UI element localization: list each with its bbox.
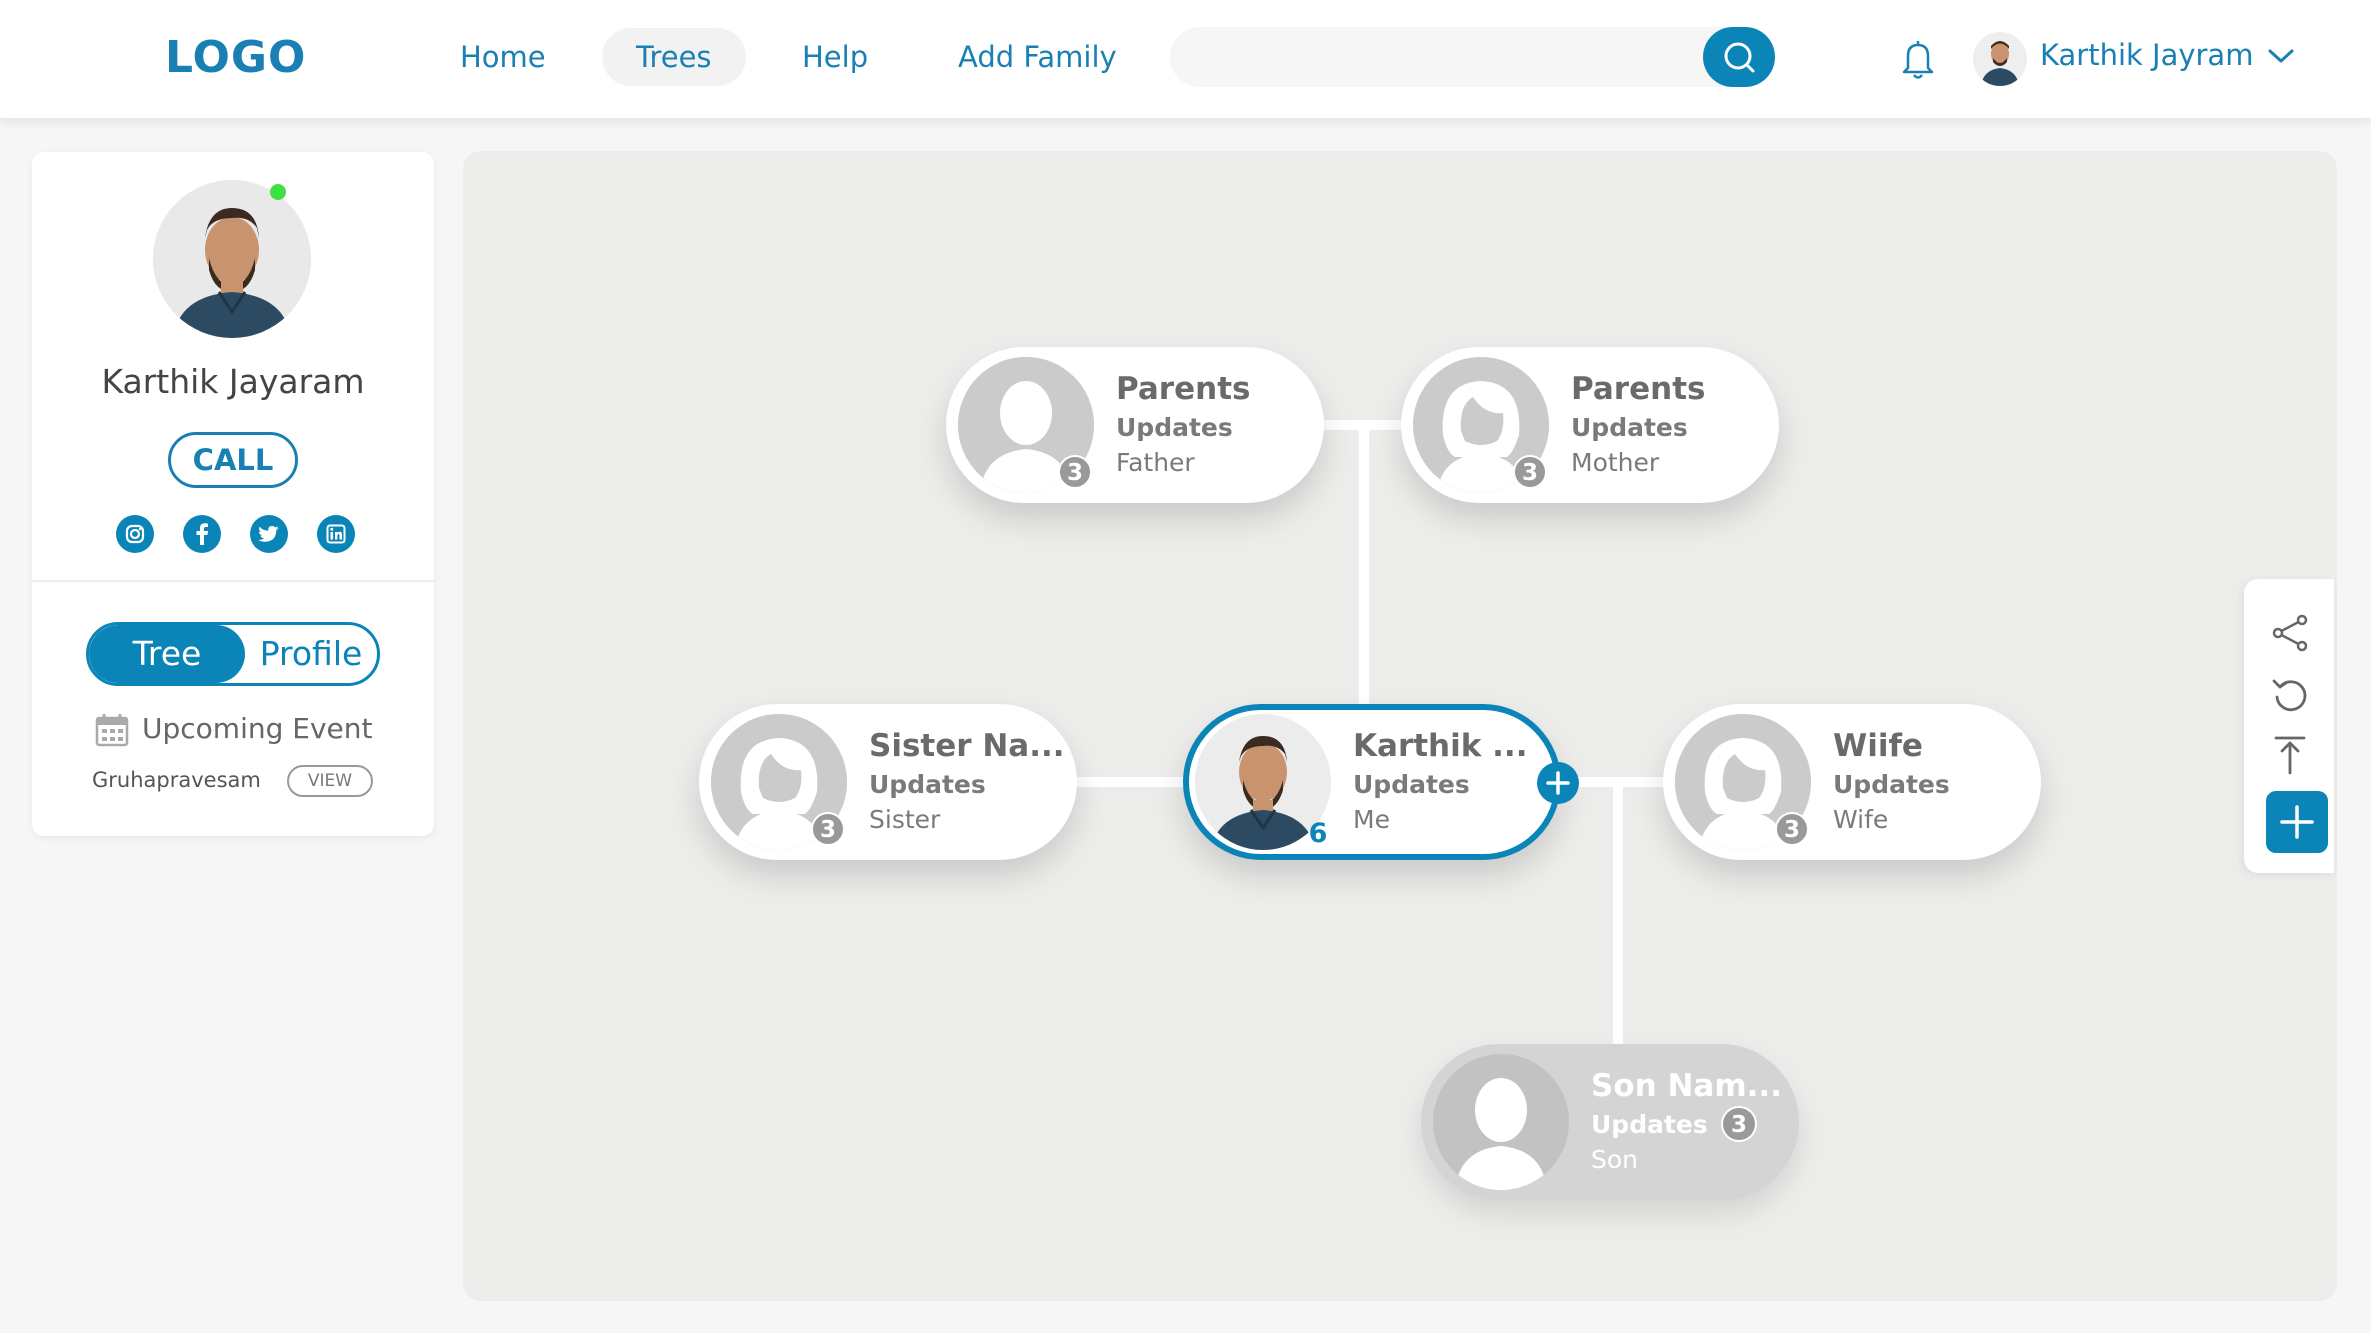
tree-node-sister[interactable]: 3 Sister Na... Updates Sister bbox=[699, 704, 1077, 860]
updates-count-badge: 3 bbox=[1721, 1106, 1757, 1142]
header-user-name[interactable]: Karthik Jayram bbox=[2040, 38, 2253, 72]
event-name: Gruhapravesam bbox=[92, 768, 261, 792]
male-avatar-icon bbox=[1433, 1054, 1569, 1190]
facebook-glyph bbox=[196, 523, 208, 545]
instagram-glyph bbox=[125, 524, 145, 544]
add-member-button[interactable] bbox=[1537, 762, 1579, 804]
node-title: Son Nam... bbox=[1591, 1068, 1782, 1104]
tree-toolbar bbox=[2244, 579, 2334, 873]
node-updates-label[interactable]: Updates bbox=[1571, 413, 1688, 442]
collapse-top-icon[interactable] bbox=[2270, 735, 2310, 775]
nav-help[interactable]: Help bbox=[768, 28, 902, 86]
chevron-down-icon[interactable] bbox=[2266, 46, 2296, 66]
plus-icon bbox=[1546, 771, 1570, 795]
twitter-icon[interactable] bbox=[250, 515, 288, 553]
instagram-icon[interactable] bbox=[116, 515, 154, 553]
call-button[interactable]: CALL bbox=[168, 432, 298, 488]
node-relation: Father bbox=[1116, 448, 1195, 477]
node-relation: Wife bbox=[1833, 805, 1889, 834]
node-title: Karthik ... bbox=[1353, 728, 1528, 764]
facebook-icon[interactable] bbox=[183, 515, 221, 553]
node-title: Parents bbox=[1571, 371, 1706, 407]
tree-node-mother[interactable]: 3 Parents Updates Mother bbox=[1401, 347, 1779, 503]
person-photo-icon bbox=[1973, 32, 2027, 86]
logo[interactable]: LOGO bbox=[165, 32, 306, 83]
updates-count-badge: 3 bbox=[1775, 812, 1809, 846]
tree-node-wife[interactable]: 3 Wiife Updates Wife bbox=[1663, 704, 2041, 860]
node-updates-label[interactable]: Updates bbox=[1116, 413, 1233, 442]
profile-sidebar: Karthik Jayaram CALL Tree Profile Upcomi… bbox=[32, 152, 434, 836]
linkedin-glyph bbox=[326, 524, 346, 544]
search-bar bbox=[1170, 27, 1775, 87]
updates-count-badge: 3 bbox=[1058, 455, 1092, 489]
updates-count-badge: 3 bbox=[1513, 455, 1547, 489]
calendar-icon bbox=[95, 714, 129, 747]
online-status-dot bbox=[270, 184, 286, 200]
profile-avatar[interactable] bbox=[153, 180, 311, 338]
node-updates-label[interactable]: Updates bbox=[1591, 1110, 1708, 1139]
view-event-button[interactable]: VIEW bbox=[287, 765, 373, 797]
node-relation: Son bbox=[1591, 1145, 1639, 1174]
tree-node-me[interactable]: 6 Karthik ... Updates Me bbox=[1183, 704, 1579, 860]
node-title: Sister Na... bbox=[869, 728, 1065, 764]
profile-name: Karthik Jayaram bbox=[101, 362, 365, 401]
node-relation: Me bbox=[1353, 805, 1390, 834]
node-relation: Sister bbox=[869, 805, 941, 834]
tree-node-son[interactable]: Son Nam... Updates 3 Son bbox=[1421, 1044, 1799, 1200]
nav-trees[interactable]: Trees bbox=[602, 28, 746, 86]
upcoming-event-label: Upcoming Event bbox=[142, 712, 373, 745]
node-relation: Mother bbox=[1571, 448, 1660, 477]
linkedin-icon[interactable] bbox=[317, 515, 355, 553]
nav-home[interactable]: Home bbox=[426, 28, 580, 86]
add-icon bbox=[2280, 805, 2314, 839]
updates-count-badge: 6 bbox=[1308, 818, 1328, 849]
top-header: LOGO Home Trees Help Add Family Karthik … bbox=[0, 0, 2371, 118]
add-node-button[interactable] bbox=[2266, 791, 2328, 853]
view-toggle: Tree Profile bbox=[86, 622, 380, 686]
search-button[interactable] bbox=[1703, 27, 1775, 87]
header-avatar[interactable] bbox=[1973, 32, 2027, 86]
sidebar-divider bbox=[32, 580, 434, 582]
tree-node-father[interactable]: 3 Parents Updates Father bbox=[946, 347, 1324, 503]
node-title: Parents bbox=[1116, 371, 1251, 407]
bell-icon[interactable] bbox=[1898, 38, 1938, 82]
updates-count-badge: 3 bbox=[811, 812, 845, 846]
family-tree-canvas[interactable]: 3 Parents Updates Father 3 Parents Updat… bbox=[463, 151, 2337, 1301]
search-input[interactable] bbox=[1190, 27, 1690, 87]
share-icon[interactable] bbox=[2270, 613, 2310, 653]
nav-add-family[interactable]: Add Family bbox=[924, 28, 1151, 86]
toggle-profile[interactable]: Profile bbox=[245, 625, 377, 683]
node-updates-label[interactable]: Updates bbox=[1353, 770, 1470, 799]
node-avatar bbox=[1433, 1054, 1569, 1190]
refresh-icon[interactable] bbox=[2270, 675, 2310, 715]
twitter-glyph bbox=[258, 526, 279, 542]
node-updates-label[interactable]: Updates bbox=[1833, 770, 1950, 799]
node-title: Wiife bbox=[1833, 728, 1923, 764]
search-icon bbox=[1724, 42, 1755, 73]
person-photo-icon bbox=[153, 180, 311, 338]
node-updates-label[interactable]: Updates bbox=[869, 770, 986, 799]
toggle-tree[interactable]: Tree bbox=[89, 625, 245, 683]
